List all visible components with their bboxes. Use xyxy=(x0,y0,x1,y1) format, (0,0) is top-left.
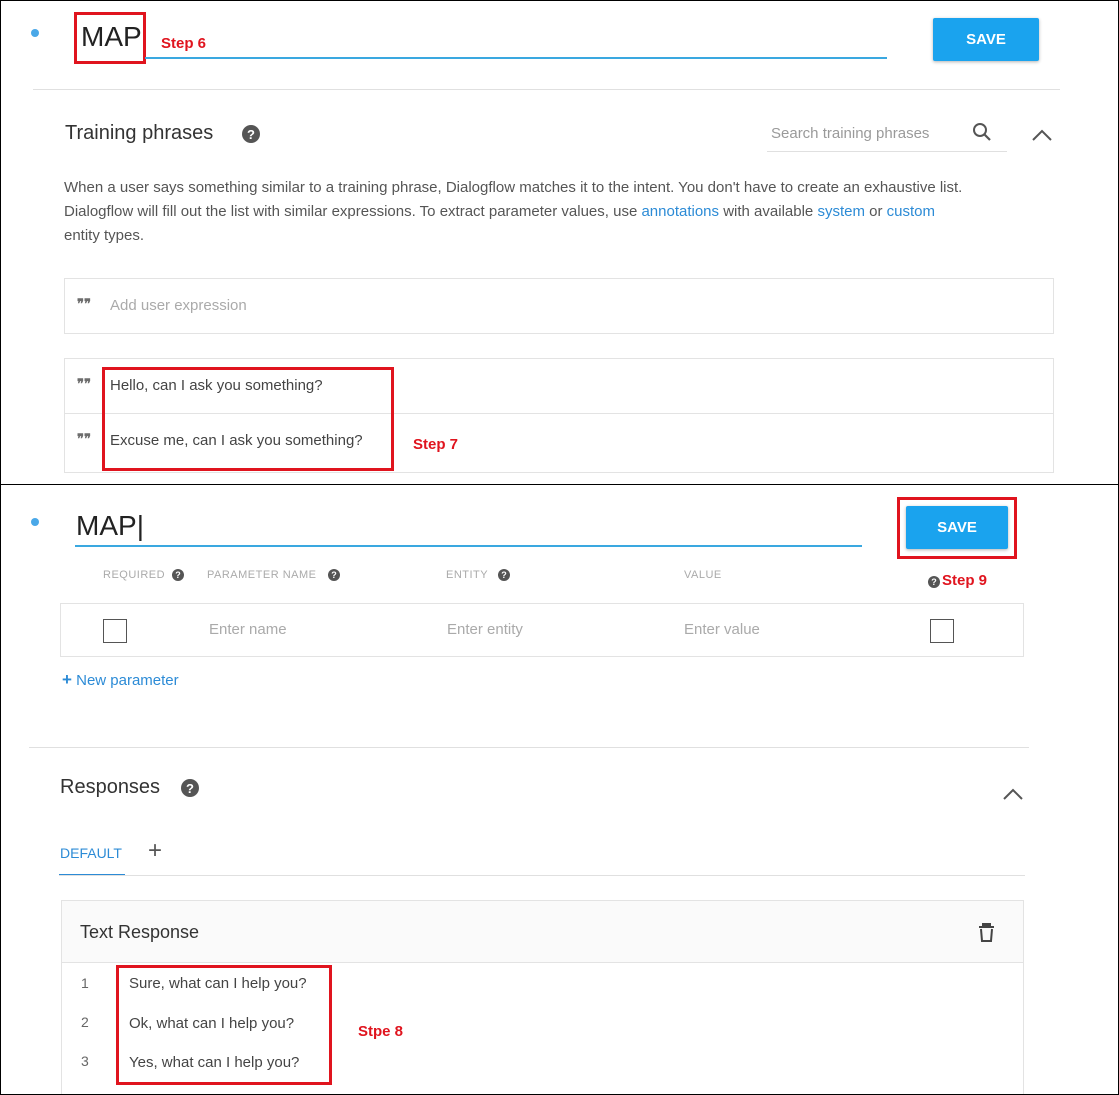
entity-input[interactable]: Enter entity xyxy=(447,621,523,638)
help-circle-icon[interactable]: ? xyxy=(328,569,340,581)
panel-step-8-9: MAP| SAVE REQUIRED ? PARAMETER NAME ? EN… xyxy=(0,484,1119,1095)
search-underline xyxy=(767,151,1007,152)
chevron-up-icon[interactable] xyxy=(1031,127,1053,143)
custom-link[interactable]: custom xyxy=(887,203,935,220)
training-description: When a user says something similar to a … xyxy=(64,176,1064,248)
new-parameter-label: New parameter xyxy=(76,672,179,689)
help-circle-icon[interactable]: ? xyxy=(181,779,199,797)
title-underline xyxy=(75,545,862,547)
step-8-highlight xyxy=(116,965,332,1085)
add-tab-plus-icon[interactable]: + xyxy=(148,837,162,865)
search-training-phrases-input[interactable]: Search training phrases xyxy=(771,125,929,142)
value-header: VALUE xyxy=(684,569,722,581)
response-number: 1 xyxy=(81,975,89,991)
divider xyxy=(29,747,1029,748)
search-icon[interactable] xyxy=(971,121,993,143)
description-text: entity types. xyxy=(64,227,145,244)
system-link[interactable]: system xyxy=(817,203,865,220)
step-6-highlight xyxy=(74,12,146,64)
training-phrases-title: Training phrases xyxy=(65,122,214,144)
response-number: 3 xyxy=(81,1053,89,1069)
trash-icon[interactable] xyxy=(977,921,997,943)
entity-header: ENTITY xyxy=(446,569,489,581)
required-checkbox[interactable] xyxy=(103,619,127,643)
text-response-header xyxy=(62,901,1023,963)
annotations-link[interactable]: annotations xyxy=(641,203,719,220)
add-expression-placeholder: Add user expression xyxy=(110,297,247,314)
quote-icon: ❞❞ xyxy=(77,297,91,312)
responses-title: Responses xyxy=(60,776,161,798)
step-9-label: Step 9 xyxy=(942,572,988,589)
intent-name-input[interactable]: MAP| xyxy=(76,509,144,543)
tabs-divider xyxy=(59,875,1025,876)
title-underline xyxy=(145,57,887,59)
status-dot xyxy=(31,29,39,37)
step-7-highlight xyxy=(102,367,394,471)
plus-icon: + xyxy=(62,670,72,689)
step-7-label: Step 7 xyxy=(413,436,459,453)
tab-default[interactable]: DEFAULT xyxy=(60,845,122,861)
value-input[interactable]: Enter value xyxy=(684,621,760,638)
help-circle-icon[interactable]: ? xyxy=(172,569,184,581)
step-8-label: Stpe 8 xyxy=(358,1023,404,1040)
parameters-header: REQUIRED ? PARAMETER NAME ? ENTITY ? VAL… xyxy=(61,569,1024,603)
parameter-name-header: PARAMETER NAME xyxy=(207,569,317,581)
new-parameter-link[interactable]: + New parameter xyxy=(62,670,179,690)
help-circle-icon[interactable]: ? xyxy=(498,569,510,581)
divider xyxy=(33,89,1060,90)
is-list-checkbox[interactable] xyxy=(930,619,954,643)
text-response-title: Text Response xyxy=(80,922,200,942)
description-text: or xyxy=(869,203,883,220)
description-text: When a user says something similar to a … xyxy=(64,179,963,196)
quote-icon: ❞❞ xyxy=(77,432,91,447)
required-header: REQUIRED xyxy=(103,569,166,581)
step-6-label: Step 6 xyxy=(161,35,207,52)
description-text: Dialogflow will fill out the list with s… xyxy=(64,203,638,220)
help-circle-icon[interactable]: ? xyxy=(928,576,940,588)
panel-step-6-7: MAP Step 6 SAVE Training phrases ? Searc… xyxy=(0,0,1119,485)
text-cursor: | xyxy=(136,510,144,541)
status-dot xyxy=(31,518,39,526)
parameter-row: Enter name Enter entity Enter value xyxy=(60,603,1024,657)
save-button[interactable]: SAVE xyxy=(906,506,1008,549)
description-text: with available xyxy=(723,203,814,220)
help-circle-icon[interactable]: ? xyxy=(242,125,260,143)
parameter-name-input[interactable]: Enter name xyxy=(209,621,287,638)
intent-name-text: MAP xyxy=(76,510,137,541)
chevron-up-icon[interactable] xyxy=(1002,786,1024,802)
response-number: 2 xyxy=(81,1014,89,1030)
quote-icon: ❞❞ xyxy=(77,377,91,392)
save-button[interactable]: SAVE xyxy=(933,18,1039,61)
add-expression-field[interactable]: ❞❞ Add user expression xyxy=(64,278,1054,334)
